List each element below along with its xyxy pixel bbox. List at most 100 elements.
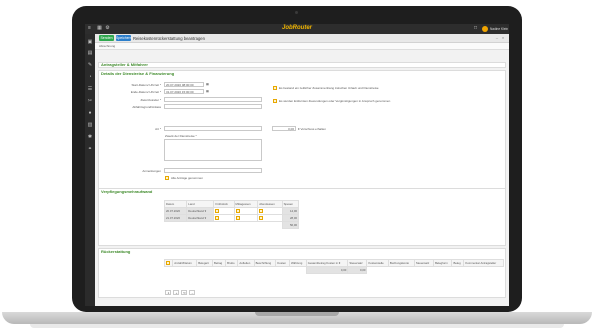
send-button[interactable]: Senden <box>99 35 114 41</box>
user-icon[interactable]: ● <box>87 110 93 116</box>
document-icon[interactable]: ▥ <box>87 122 93 128</box>
process-icon[interactable]: ✎ <box>87 62 93 68</box>
benefits-checkbox[interactable] <box>273 99 277 103</box>
breakfast-cell[interactable] <box>213 207 235 215</box>
breakfast-checkbox[interactable] <box>215 215 220 220</box>
empty-cell <box>165 222 187 229</box>
col-header: Belegart <box>196 259 213 267</box>
col-header: Datum <box>163 200 188 208</box>
col-header: Anzahl/Datum <box>172 259 198 267</box>
art-field[interactable] <box>164 126 262 131</box>
select-all-cell[interactable] <box>163 259 174 267</box>
link-icon[interactable]: ⚭ <box>87 146 93 152</box>
calendar-icon[interactable]: ▦ <box>206 82 209 86</box>
trip-title: Details der Dienstreise & Finanzierung <box>101 71 175 76</box>
save-button[interactable]: Speichern <box>116 35 132 41</box>
purpose-field[interactable] <box>164 104 262 109</box>
wrench-icon[interactable]: ✱ <box>87 134 93 140</box>
col-header: Steuersatz <box>347 259 368 267</box>
table-header-row: Datum Land Frühstück Mittagessen Abendes… <box>163 200 300 208</box>
calendar-icon[interactable]: ▦ <box>206 89 209 93</box>
empty-cell <box>258 222 282 229</box>
empty-cell <box>165 267 307 274</box>
vacation-option-label: Es bestand ein zeitlicher Zusammenhang z… <box>279 86 379 90</box>
country-select[interactable]: Deutschland ▾ <box>186 214 215 222</box>
table-total-row: 0,00 0,00 <box>165 266 504 274</box>
dinner-checkbox[interactable] <box>259 215 264 220</box>
col-header: Spesen <box>281 200 300 208</box>
col-header: Buchungskonto <box>387 259 415 267</box>
col-header: Kommentar Antragsteller <box>463 259 504 267</box>
refund-total-2: 0,00 <box>347 266 368 274</box>
spesen-cell: 14,00 <box>281 207 300 215</box>
tools-icon[interactable]: ✂ <box>87 98 93 104</box>
laptop-shadow <box>30 324 564 328</box>
app-screen: ≡ ▦ ⚙ JobRouter □ Nadine Klein ▣ ▤ ✎ ◔ ☰… <box>85 24 509 306</box>
col-header: Land <box>186 200 215 208</box>
date-cell: 20.07.2020 <box>163 207 188 215</box>
end-label: Ende-Datum/-Uhrzeit * <box>130 90 161 94</box>
start-label: Start-Datum/-Uhrzeit * <box>131 83 161 87</box>
col-header: Betrag <box>211 259 227 267</box>
reason-textarea[interactable] <box>164 139 262 161</box>
advance-field[interactable]: 0,00 <box>272 126 296 131</box>
home-icon[interactable]: ▣ <box>87 39 93 45</box>
minimize-icon[interactable]: – <box>495 36 499 40</box>
inbox-icon[interactable]: ▤ <box>87 50 93 56</box>
avatar[interactable] <box>482 26 488 32</box>
lunch-checkbox[interactable] <box>235 208 240 213</box>
sub-bar <box>95 43 509 50</box>
brand-logo: JobRouter <box>282 25 312 31</box>
attach-checkbox[interactable] <box>165 176 169 180</box>
col-header: Beschriftung <box>253 259 277 267</box>
refund-table: Anzahl/Datum Belegart Betrag Brutto Auft… <box>163 259 504 274</box>
empty-cell <box>214 222 234 229</box>
spesen-cell: 28,00 <box>281 214 300 222</box>
destination-field[interactable] <box>164 97 262 102</box>
col-header: Kosten <box>275 259 290 267</box>
pager-page-1[interactable]: 1 <box>165 290 171 295</box>
start-field[interactable]: 20.07.2020 08:00:00 <box>164 82 204 87</box>
meals-panel <box>98 188 506 246</box>
lunch-cell[interactable] <box>233 207 259 215</box>
applicant-panel[interactable] <box>98 62 506 68</box>
country-select[interactable]: Deutschland ▾ <box>186 207 215 215</box>
notification-icon[interactable]: □ <box>473 26 478 31</box>
advance-label: € Vorschuss erhalten <box>298 127 327 131</box>
dinner-cell[interactable] <box>257 207 283 215</box>
add-row-button[interactable]: + <box>173 290 179 295</box>
lunch-cell[interactable] <box>233 214 259 222</box>
close-icon[interactable]: × <box>501 36 505 40</box>
vacation-checkbox[interactable] <box>273 86 277 90</box>
user-name[interactable]: Nadine Klein <box>490 26 508 32</box>
benefits-option-label: Es wurden Entfernten Zuwendungen oder Ve… <box>279 99 391 103</box>
reason-label: Zweck der Dienstreise * <box>165 134 197 138</box>
end-field[interactable]: 31.07.2020 15:00:00 <box>164 89 204 94</box>
col-header: Mittagessen <box>233 200 259 208</box>
refresh-icon[interactable]: ↻ <box>181 290 187 295</box>
col-header: Steuersatz <box>413 259 435 267</box>
archive-icon[interactable]: ☰ <box>87 86 93 92</box>
dinner-checkbox[interactable] <box>259 208 264 213</box>
refund-total-1: 0,00 <box>305 266 349 274</box>
col-header: Beleg <box>451 259 465 267</box>
col-header: Brutto <box>225 259 239 267</box>
tab-abrechnung[interactable]: Abrechnung <box>99 44 115 49</box>
dinner-cell[interactable] <box>257 214 283 222</box>
country-value: Deutschland <box>188 209 204 213</box>
dashboard-icon[interactable]: ◔ <box>87 74 93 80</box>
select-all-checkbox[interactable] <box>166 260 170 265</box>
breakfast-cell[interactable] <box>213 214 235 222</box>
refund-title: Rückerstattung <box>101 249 131 254</box>
breakfast-checkbox[interactable] <box>215 208 220 213</box>
date-cell: 21.07.2020 <box>163 214 188 222</box>
applicant-title: Antragsteller & Mitfahrer <box>101 62 148 67</box>
empty-cell <box>367 267 504 274</box>
meals-table: Datum Land Frühstück Mittagessen Abendes… <box>163 200 300 229</box>
remarks-field[interactable] <box>164 168 262 173</box>
table-row: 21.07.2020 Deutschland ▾ 28,00 <box>163 214 300 222</box>
lunch-checkbox[interactable] <box>235 215 240 220</box>
col-header: Aufteilen <box>237 259 255 267</box>
remove-row-icon[interactable]: – <box>189 290 195 295</box>
table-row: 20.07.2020 Deutschland ▾ 14,00 <box>163 207 300 215</box>
